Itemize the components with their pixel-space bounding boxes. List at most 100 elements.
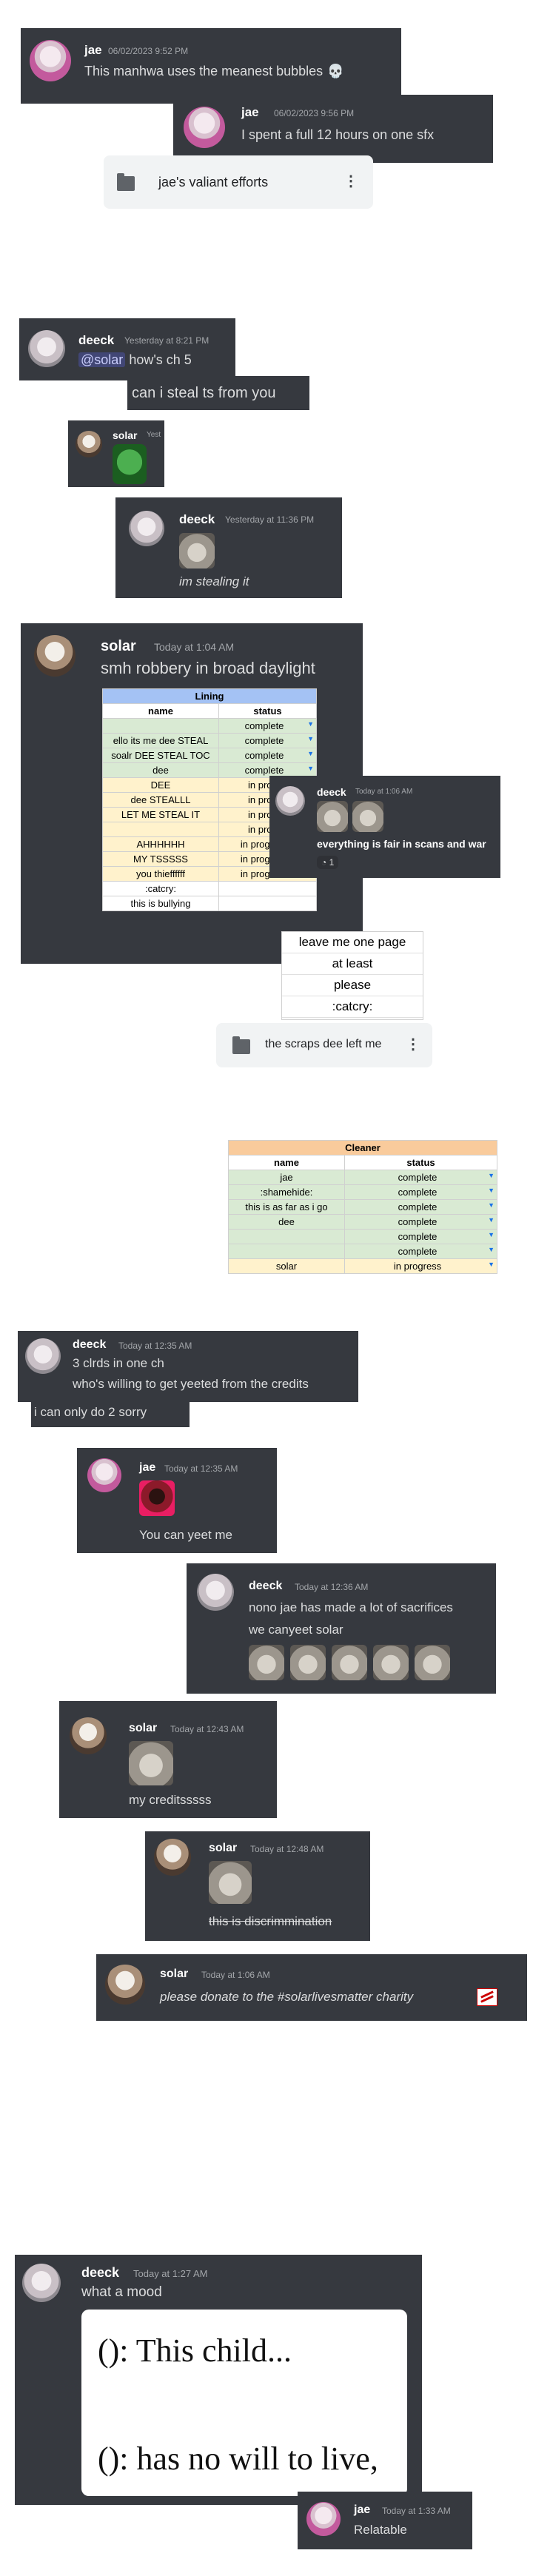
avatar[interactable] (129, 511, 164, 546)
shared-folder-icon (232, 1036, 250, 1054)
message-text: who's willing to get yeeted from the cre… (73, 1377, 309, 1391)
table-row: :catcry: (102, 881, 317, 896)
avatar[interactable] (154, 1839, 191, 1876)
dropdown-arrow-icon[interactable]: ▼ (488, 1261, 495, 1268)
message-card-deeck-3: deeck Today at 1:06 AM everything is fai… (269, 776, 500, 878)
name-cell[interactable]: dee STEALLL (102, 792, 219, 808)
dropdown-arrow-icon[interactable]: ▼ (307, 735, 314, 742)
dropdown-arrow-icon[interactable]: ▼ (307, 765, 314, 772)
avatar[interactable] (184, 107, 225, 148)
table-row: ello its me dee STEAL complete ▼ (102, 733, 317, 748)
status-cell[interactable] (218, 896, 317, 911)
avatar[interactable] (87, 1458, 121, 1492)
more-options-icon[interactable]: ⋮ (343, 172, 358, 190)
avatar[interactable] (275, 786, 305, 816)
avatar[interactable] (306, 2502, 341, 2536)
timestamp: Today at 12:48 AM (250, 1844, 324, 1854)
flag-emoji (477, 1988, 497, 2006)
name-cell[interactable]: this is as far as i go (228, 1199, 345, 1215)
name-cell[interactable]: dee (228, 1214, 345, 1230)
crying-cat-image (209, 1861, 252, 1904)
green-creature-sticker (113, 444, 147, 484)
name-cell[interactable] (228, 1244, 345, 1259)
name-cell[interactable]: this is bullying (102, 896, 219, 911)
dropdown-arrow-icon[interactable]: ▼ (488, 1246, 495, 1253)
message-text: we canyeet solar (249, 1623, 343, 1637)
name-cell[interactable]: you thieffffff (102, 866, 219, 882)
status-cell[interactable]: complete ▼ (218, 733, 317, 748)
username[interactable]: deeck (317, 786, 346, 798)
name-cell[interactable]: :shamehide: (228, 1184, 345, 1200)
dropdown-arrow-icon[interactable]: ▼ (488, 1231, 495, 1238)
status-cell[interactable]: complete ▼ (218, 718, 317, 734)
mention-solar[interactable]: @solar (78, 352, 126, 367)
username[interactable]: solar (101, 638, 136, 655)
username[interactable]: jae (139, 1461, 155, 1475)
dropdown-arrow-icon[interactable]: ▼ (307, 720, 314, 728)
name-cell[interactable]: ello its me dee STEAL (102, 733, 219, 748)
name-cell[interactable] (102, 822, 219, 837)
reaction-image (139, 1480, 175, 1516)
name-cell[interactable]: solar (228, 1258, 345, 1274)
timestamp: Today at 1:33 AM (382, 2506, 451, 2516)
username[interactable]: jae (354, 2503, 370, 2517)
status-cell[interactable]: complete ▼ (344, 1244, 497, 1259)
status-cell[interactable]: in progress▼ (344, 1258, 497, 1274)
name-cell[interactable] (228, 1229, 345, 1244)
message-text: please donate to the #solarlivesmatter c… (160, 1990, 414, 2004)
drive-folder-card[interactable]: jae's valiant efforts ⋮ (104, 155, 373, 209)
status-cell[interactable]: complete ▼ (344, 1184, 497, 1200)
username[interactable]: deeck (179, 512, 215, 527)
status-cell[interactable]: complete ▼ (344, 1199, 497, 1215)
dropdown-arrow-icon[interactable]: ▼ (488, 1187, 495, 1194)
username[interactable]: solar (209, 1842, 237, 1855)
name-cell[interactable] (102, 718, 219, 734)
username[interactable]: deeck (73, 1338, 106, 1352)
more-options-icon[interactable]: ⋮ (406, 1035, 420, 1053)
username[interactable]: solar (113, 429, 137, 441)
avatar[interactable] (30, 40, 71, 81)
name-cell[interactable]: jae (228, 1170, 345, 1185)
name-cell[interactable]: dee (102, 762, 219, 778)
avatar[interactable] (28, 330, 65, 367)
username[interactable]: jae (84, 43, 102, 58)
sheet-cell: please (282, 975, 423, 996)
name-cell[interactable]: DEE (102, 777, 219, 793)
reaction-badge[interactable]: ◔ 1 (317, 856, 339, 869)
drive-folder-card[interactable]: the scraps dee left me ⋮ (216, 1023, 432, 1067)
username[interactable]: deeck (78, 333, 114, 348)
status-cell[interactable]: complete ▼ (344, 1229, 497, 1244)
name-cell[interactable]: :catcry: (102, 881, 219, 896)
dropdown-arrow-icon[interactable]: ▼ (488, 1201, 495, 1209)
avatar[interactable] (70, 1717, 107, 1754)
message-text: this is discrimmination (209, 1914, 332, 1928)
dropdown-arrow-icon[interactable]: ▼ (488, 1172, 495, 1179)
dropdown-arrow-icon[interactable]: ▼ (307, 750, 314, 757)
avatar[interactable] (22, 2264, 61, 2302)
username[interactable]: solar (160, 1968, 188, 1981)
avatar[interactable] (34, 635, 76, 677)
status-cell[interactable]: complete ▼ (344, 1170, 497, 1185)
status-cell[interactable] (218, 881, 317, 896)
status-cell[interactable]: complete ▼ (218, 748, 317, 763)
message-text: nono jae has made a lot of sacrifices (249, 1600, 453, 1614)
username[interactable]: solar (129, 1722, 157, 1735)
status-cell[interactable]: complete ▼ (344, 1214, 497, 1230)
message-text: 3 clrds in one ch (73, 1356, 164, 1370)
name-cell[interactable]: AHHHHHH (102, 836, 219, 852)
name-cell[interactable]: MY TSSSSS (102, 851, 219, 867)
message-text: smh robbery in broad daylight (101, 659, 315, 677)
column-header: name (228, 1155, 345, 1170)
avatar[interactable] (197, 1574, 234, 1611)
avatar[interactable] (76, 431, 102, 457)
avatar[interactable] (25, 1338, 61, 1374)
message-card-jae-1: jae 06/02/2023 9:52 PM This manhwa uses … (21, 28, 401, 104)
username[interactable]: deeck (249, 1580, 282, 1593)
name-cell[interactable]: LET ME STEAL IT (102, 807, 219, 822)
table-row: soalr DEE STEAL TOC complete ▼ (102, 748, 317, 763)
username[interactable]: jae (241, 105, 259, 120)
name-cell[interactable]: soalr DEE STEAL TOC (102, 748, 219, 763)
dropdown-arrow-icon[interactable]: ▼ (488, 1216, 495, 1224)
username[interactable]: deeck (81, 2265, 119, 2281)
avatar[interactable] (105, 1965, 145, 2005)
